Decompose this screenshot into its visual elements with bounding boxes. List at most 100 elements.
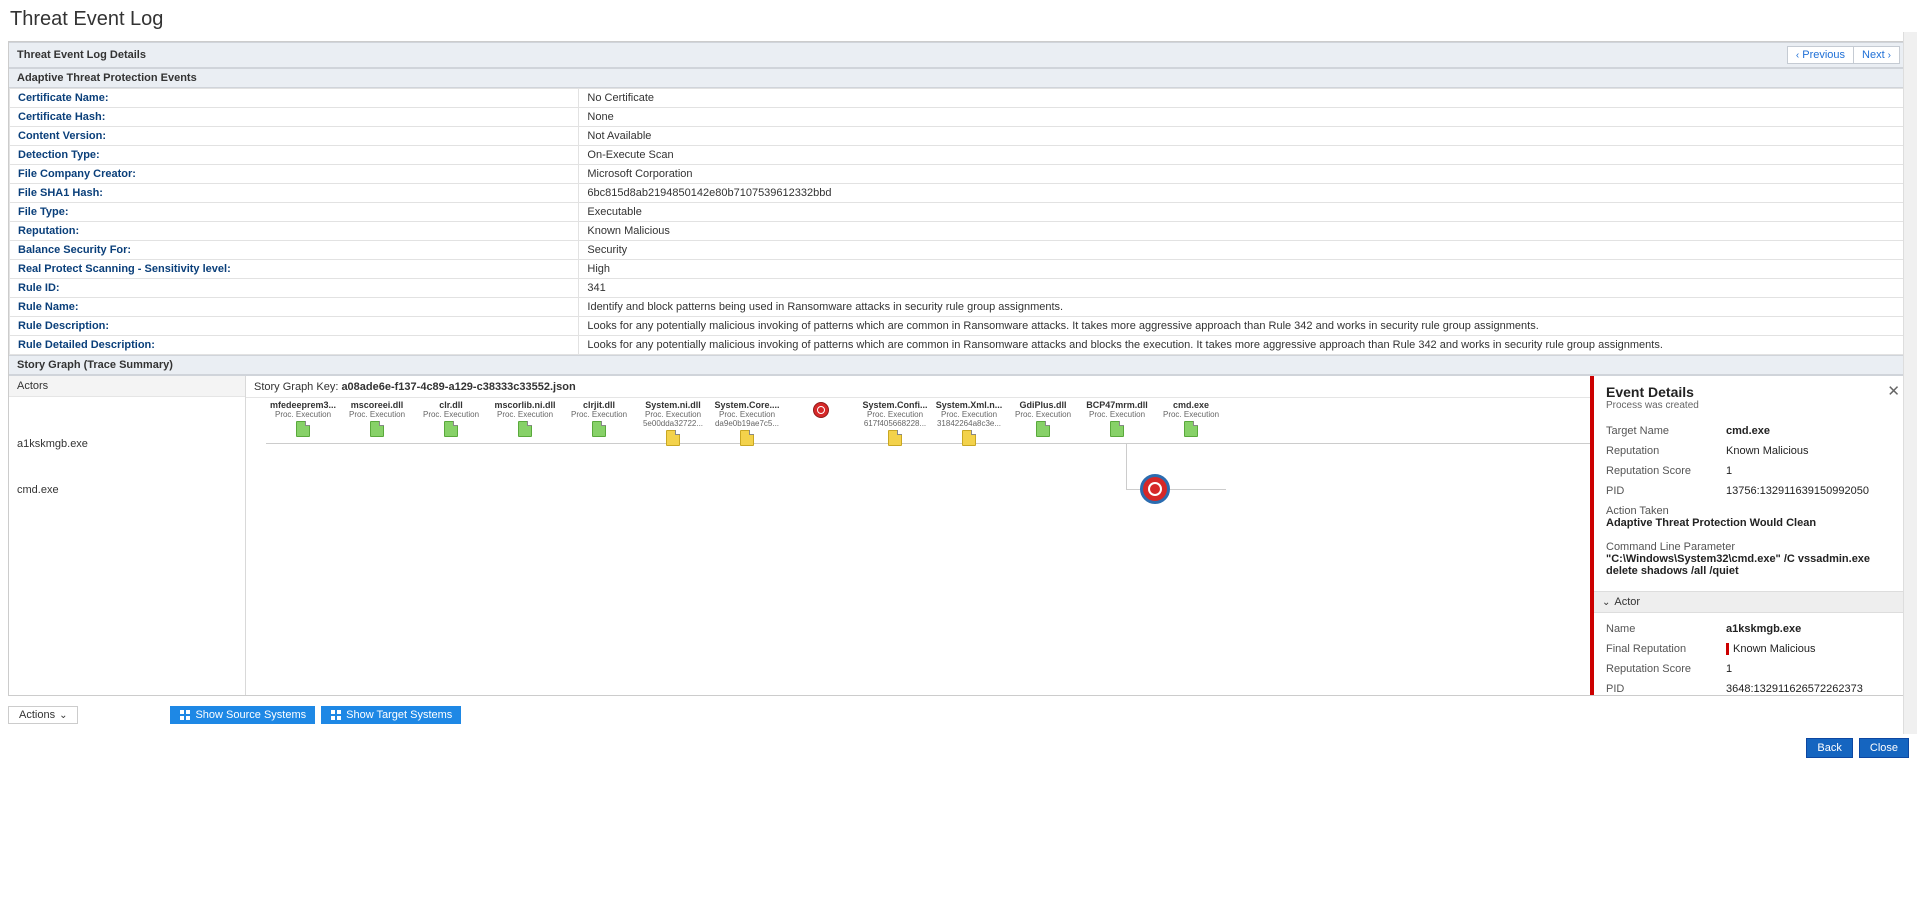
detail-row: Content Version:Not Available	[10, 127, 1908, 146]
graph-node[interactable]: System.Confi...Proc. Execution617f405668…	[858, 400, 932, 448]
actor-detail-row: Final ReputationKnown Malicious	[1606, 639, 1896, 659]
detail-row: Rule Detailed Description:Looks for any …	[10, 336, 1908, 355]
detail-label: Rule Detailed Description:	[10, 336, 579, 355]
event-detail-row: Target Namecmd.exe	[1606, 421, 1896, 441]
node-hash: 617f405668228...	[858, 419, 932, 428]
file-icon	[888, 430, 902, 446]
actor-detail-key: Name	[1606, 623, 1726, 635]
show-target-label: Show Target Systems	[346, 709, 452, 721]
show-source-systems-button[interactable]: Show Source Systems	[170, 706, 315, 724]
detail-value: Known Malicious	[579, 222, 1908, 241]
file-icon	[962, 430, 976, 446]
node-hash: 31842264a8c3e...	[932, 419, 1006, 428]
next-label: Next	[1862, 49, 1885, 61]
node-title: mscorlib.ni.dll	[488, 400, 562, 410]
close-panel-button[interactable]: ✕	[1887, 382, 1900, 400]
graph-node[interactable]: System.ni.dllProc. Execution5e00dda32722…	[636, 400, 710, 448]
node-subtitle: Proc. Execution	[414, 410, 488, 419]
back-button[interactable]: Back	[1806, 738, 1852, 758]
vertical-scrollbar[interactable]	[1903, 32, 1917, 734]
previous-button[interactable]: ‹Previous	[1787, 46, 1854, 64]
node-title: mfedeeprem3...	[266, 400, 340, 410]
story-graph-area: Actors a1kskmgb.exe cmd.exe Story Graph …	[9, 375, 1908, 695]
detail-label: Rule Name:	[10, 298, 579, 317]
show-source-label: Show Source Systems	[195, 709, 306, 721]
action-taken-value: Adaptive Threat Protection Would Clean	[1606, 517, 1896, 537]
node-subtitle: Proc. Execution	[1006, 410, 1080, 419]
graph-node[interactable]: cmd.exeProc. Execution	[1154, 400, 1228, 439]
actions-label: Actions	[19, 709, 55, 721]
main-container: Threat Event Log Details ‹Previous Next›…	[8, 41, 1909, 696]
graph-node[interactable]: clr.dllProc. Execution	[414, 400, 488, 439]
detail-value: 341	[579, 279, 1908, 298]
actors-column: Actors a1kskmgb.exe cmd.exe	[9, 376, 246, 695]
event-detail-key: Reputation	[1606, 445, 1726, 457]
graph-node[interactable]	[784, 400, 858, 420]
actor-section-toggle[interactable]: ⌄Actor	[1594, 591, 1908, 613]
node-title: System.Confi...	[858, 400, 932, 410]
event-detail-key: PID	[1606, 485, 1726, 497]
detail-row: File Type:Executable	[10, 203, 1908, 222]
event-detail-value: cmd.exe	[1726, 425, 1896, 437]
graph-node[interactable]: mfedeeprem3...Proc. Execution	[266, 400, 340, 439]
graph-node[interactable]: mscorlib.ni.dllProc. Execution	[488, 400, 562, 439]
graph-canvas[interactable]: Story Graph Key: a08ade6e-f137-4c89-a129…	[246, 376, 1908, 695]
bottom-right-buttons: Back Close	[1806, 738, 1909, 758]
node-subtitle: Proc. Execution	[1154, 410, 1228, 419]
detail-value: Microsoft Corporation	[579, 165, 1908, 184]
graph-node[interactable]: mscoreei.dllProc. Execution	[340, 400, 414, 439]
detail-row: File SHA1 Hash:6bc815d8ab2194850142e80b7…	[10, 184, 1908, 203]
event-details-panel: ✕ Event Details Process was created Targ…	[1590, 376, 1908, 695]
detail-label: Certificate Hash:	[10, 108, 579, 127]
event-detail-row: Reputation Score1	[1606, 461, 1896, 481]
detail-value: None	[579, 108, 1908, 127]
graph-key: Story Graph Key: a08ade6e-f137-4c89-a129…	[254, 381, 1630, 393]
gear-red-icon	[813, 402, 829, 418]
node-subtitle: Proc. Execution	[562, 410, 636, 419]
detail-label: Balance Security For:	[10, 241, 579, 260]
actor-detail-key: PID	[1606, 683, 1726, 695]
detail-row: Rule ID:341	[10, 279, 1908, 298]
detail-value: Identify and block patterns being used i…	[579, 298, 1908, 317]
close-button[interactable]: Close	[1859, 738, 1909, 758]
next-button[interactable]: Next›	[1854, 46, 1900, 64]
detail-label: Content Version:	[10, 127, 579, 146]
file-icon	[1110, 421, 1124, 437]
cmdline-label: Command Line Parameter	[1606, 537, 1896, 553]
graph-node[interactable]: System.Xml.n...Proc. Execution31842264a8…	[932, 400, 1006, 448]
detail-label: Detection Type:	[10, 146, 579, 165]
details-header-label: Threat Event Log Details	[17, 49, 146, 61]
detail-row: Balance Security For:Security	[10, 241, 1908, 260]
file-icon	[740, 430, 754, 446]
actions-dropdown[interactable]: Actions ⌄	[8, 706, 78, 724]
detail-label: Reputation:	[10, 222, 579, 241]
file-icon	[1184, 421, 1198, 437]
node-title: clrjit.dll	[562, 400, 636, 410]
node-title: System.Xml.n...	[932, 400, 1006, 410]
show-target-systems-button[interactable]: Show Target Systems	[321, 706, 461, 724]
actor-detail-value: 3648:132911626572262373	[1726, 683, 1896, 695]
detail-value: Looks for any potentially malicious invo…	[579, 336, 1908, 355]
previous-label: Previous	[1802, 49, 1845, 61]
grid-icon	[330, 709, 342, 721]
node-subtitle: Proc. Execution	[1080, 410, 1154, 419]
event-detail-row: PID13756:132911639150992050	[1606, 481, 1896, 501]
graph-node[interactable]: BCP47mrm.dllProc. Execution	[1080, 400, 1154, 439]
actor-row-1[interactable]: cmd.exe	[9, 467, 245, 513]
event-detail-key: Reputation Score	[1606, 465, 1726, 477]
nav-buttons: ‹Previous Next›	[1787, 46, 1900, 64]
node-hash: da9e0b19ae7c5...	[710, 419, 784, 428]
graph-node[interactable]: System.Core....Proc. Executionda9e0b19ae…	[710, 400, 784, 448]
node-subtitle: Proc. Execution	[340, 410, 414, 419]
file-icon	[444, 421, 458, 437]
detail-row: Detection Type:On-Execute Scan	[10, 146, 1908, 165]
graph-node[interactable]: GdiPlus.dllProc. Execution	[1006, 400, 1080, 439]
event-node-cmd-exe[interactable]	[1140, 474, 1170, 504]
detail-label: Real Protect Scanning - Sensitivity leve…	[10, 260, 579, 279]
actor-row-0[interactable]: a1kskmgb.exe	[9, 421, 245, 467]
footer-actions: Actions ⌄ Show Source Systems Show Targe…	[8, 706, 1909, 724]
actor-detail-row: PID3648:132911626572262373	[1606, 679, 1896, 695]
file-icon	[370, 421, 384, 437]
graph-node[interactable]: clrjit.dllProc. Execution	[562, 400, 636, 439]
details-header: Threat Event Log Details ‹Previous Next›	[9, 42, 1908, 68]
